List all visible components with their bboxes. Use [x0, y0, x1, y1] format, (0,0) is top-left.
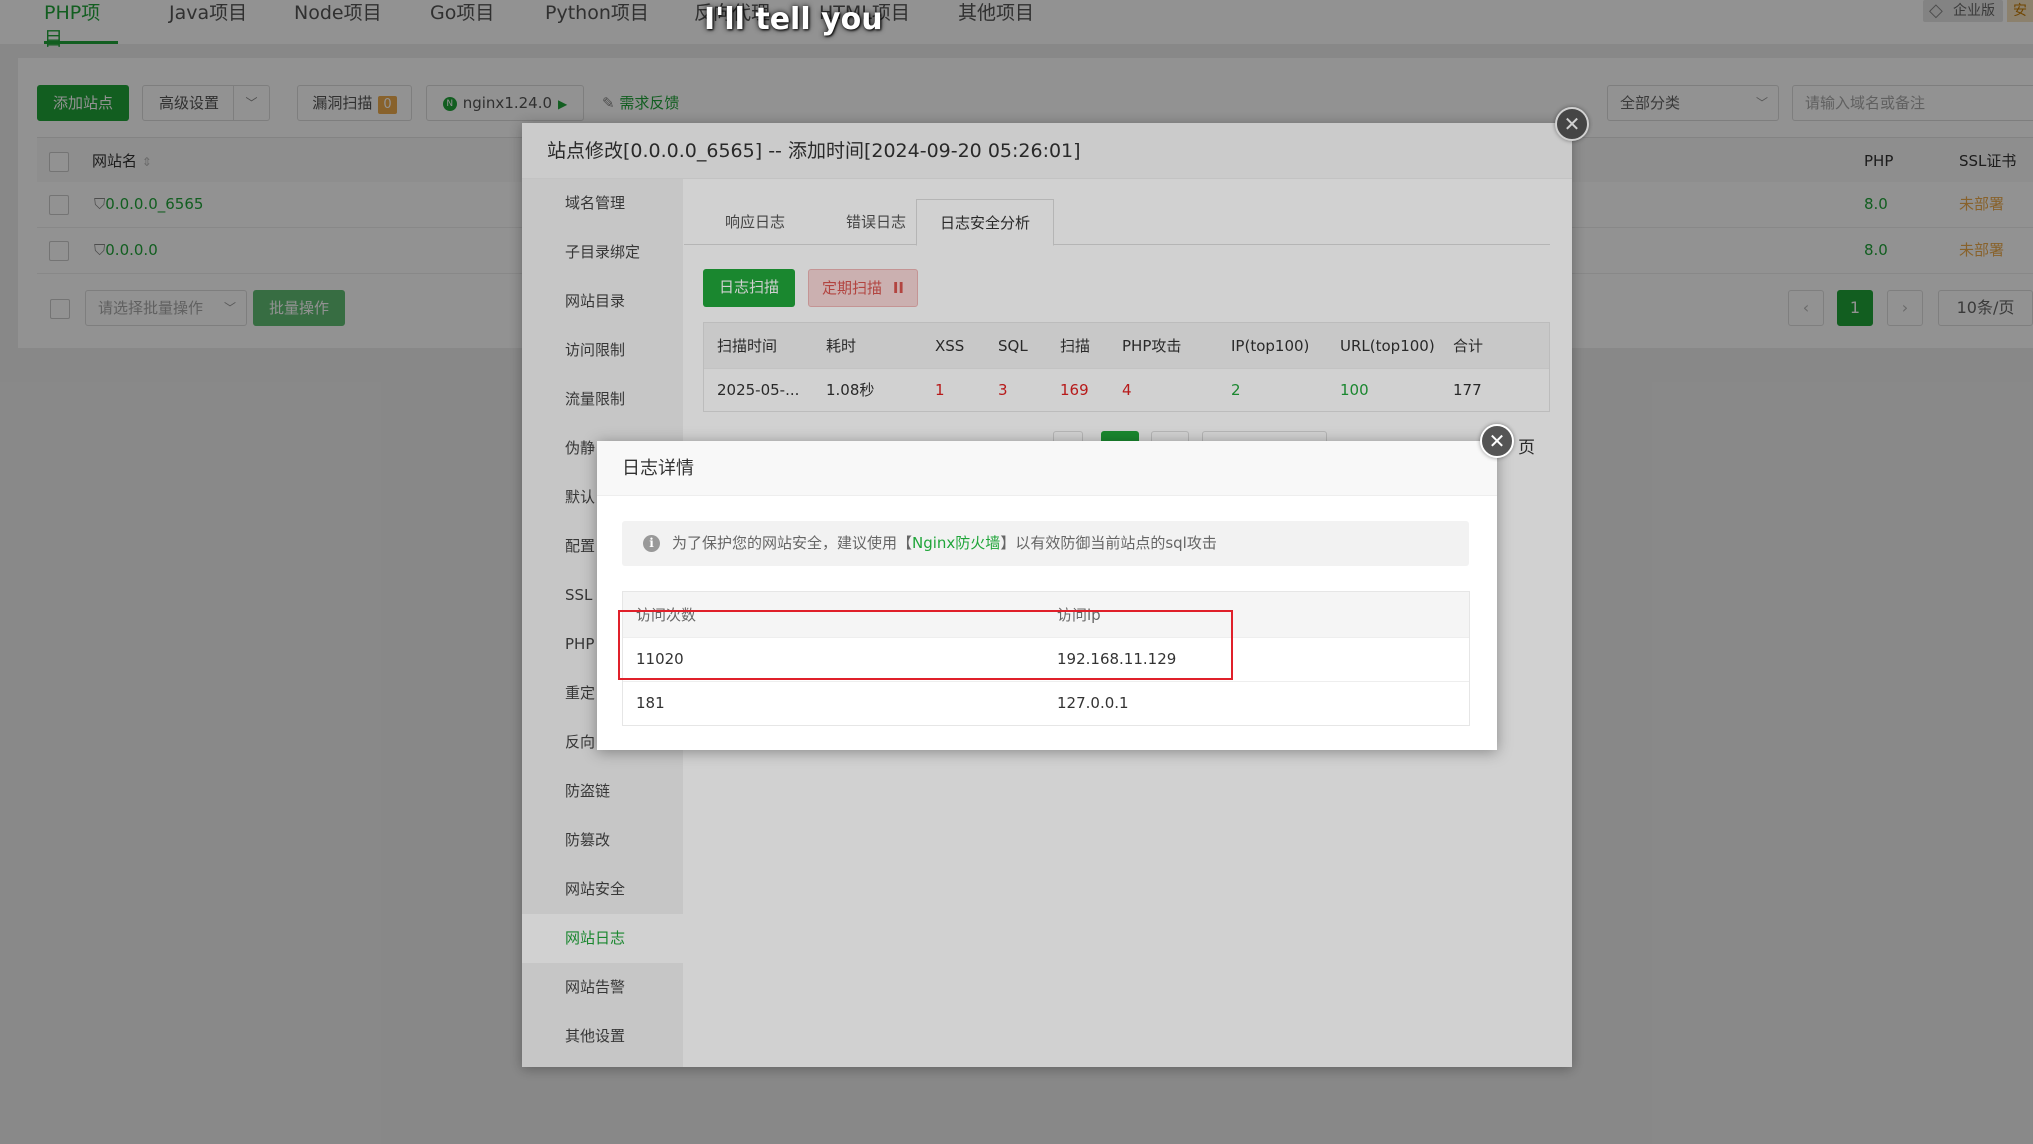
log-dialog-close-icon[interactable]: ✕	[1480, 424, 1514, 458]
access-count: 181	[636, 694, 665, 712]
security-notice: i 为了保护您的网站安全，建议使用【Nginx防火墙】以有效防御当前站点的sql…	[622, 521, 1469, 566]
log-dialog-title: 日志详情	[597, 441, 1497, 496]
notice-text-after: 】以有效防御当前站点的sql攻击	[1000, 534, 1217, 552]
video-caption: I'll tell you	[704, 2, 883, 37]
table-row: 181 127.0.0.1	[623, 681, 1469, 725]
log-detail-dialog: 日志详情 i 为了保护您的网站安全，建议使用【Nginx防火墙】以有效防御当前站…	[597, 441, 1497, 750]
highlight-annotation-box	[618, 610, 1233, 680]
access-ip: 127.0.0.1	[1057, 694, 1129, 712]
notice-text-before: 为了保护您的网站安全，建议使用【	[672, 534, 913, 552]
nginx-firewall-link[interactable]: Nginx防火墙	[912, 534, 1000, 552]
info-icon: i	[643, 535, 660, 552]
